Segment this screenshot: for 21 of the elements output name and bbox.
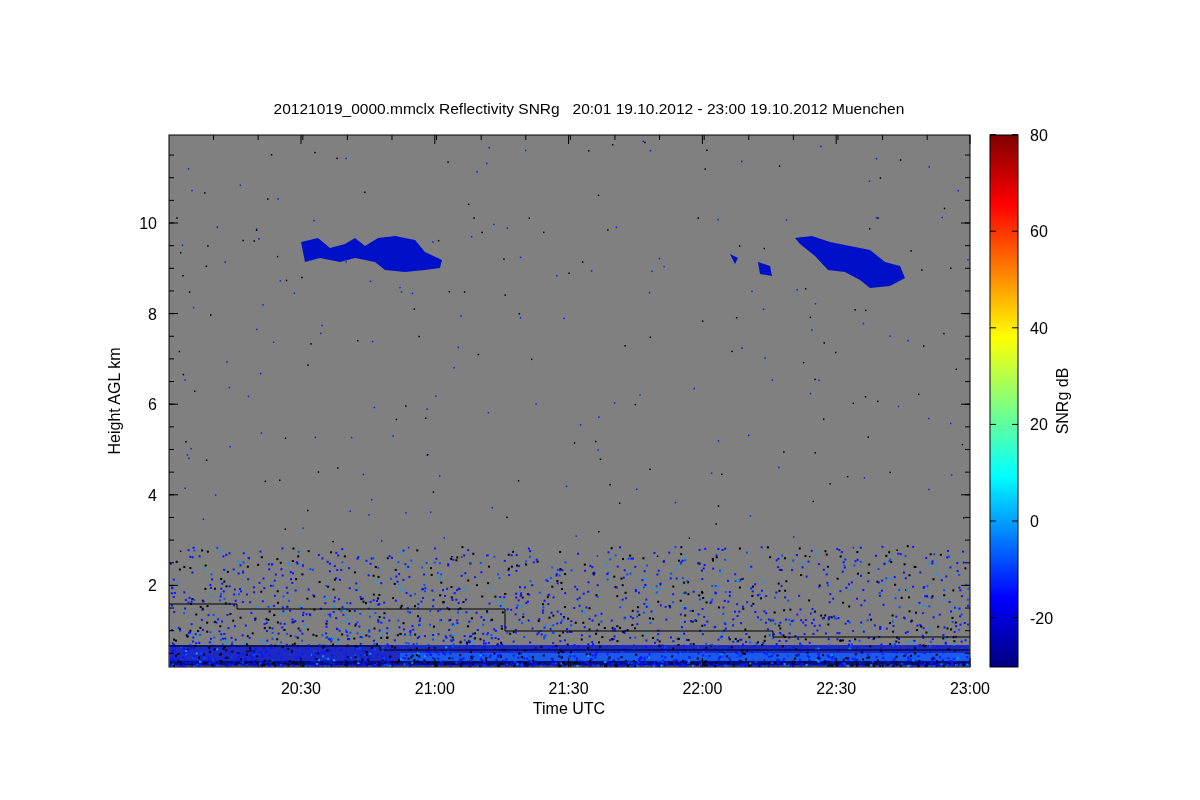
x-axis-tick-label: 22:30 [816,680,857,697]
x-axis-label: Time UTC [532,700,606,717]
y-axis-tick-label: 8 [148,305,157,323]
colorbar-tick-label: -20 [1030,609,1054,627]
y-axis-label: Height AGL km [106,347,123,455]
colorbar-tick-label: 60 [1030,223,1048,241]
y-axis-tick-label: 6 [148,396,157,414]
colorbar-label: SNRg dB [1054,367,1071,435]
colorbar-tick-label: 40 [1030,319,1048,337]
y-axis-tick-label: 4 [148,486,157,504]
colorbar-tick-label: 80 [1030,126,1048,144]
y-axis-tick-label: 10 [139,215,157,232]
x-axis-tick-label: 22:00 [682,680,723,697]
x-axis-tick-label: 21:00 [414,680,455,697]
plot-title: 20121019_0000.mmclx Reflectivity SNRg 20:01 19.10.2012 - 23:00 19.10.2012 Muenchen [273,100,905,117]
colorbar-tick-label: 20 [1030,416,1048,434]
x-axis-tick-label: 23:00 [950,680,990,697]
y-axis-tick-label: 2 [148,577,157,595]
x-axis-tick-label: 21:30 [548,680,589,697]
colorbar-tick-label: 0 [1030,513,1039,530]
x-axis-tick-label: 20:30 [281,680,321,697]
